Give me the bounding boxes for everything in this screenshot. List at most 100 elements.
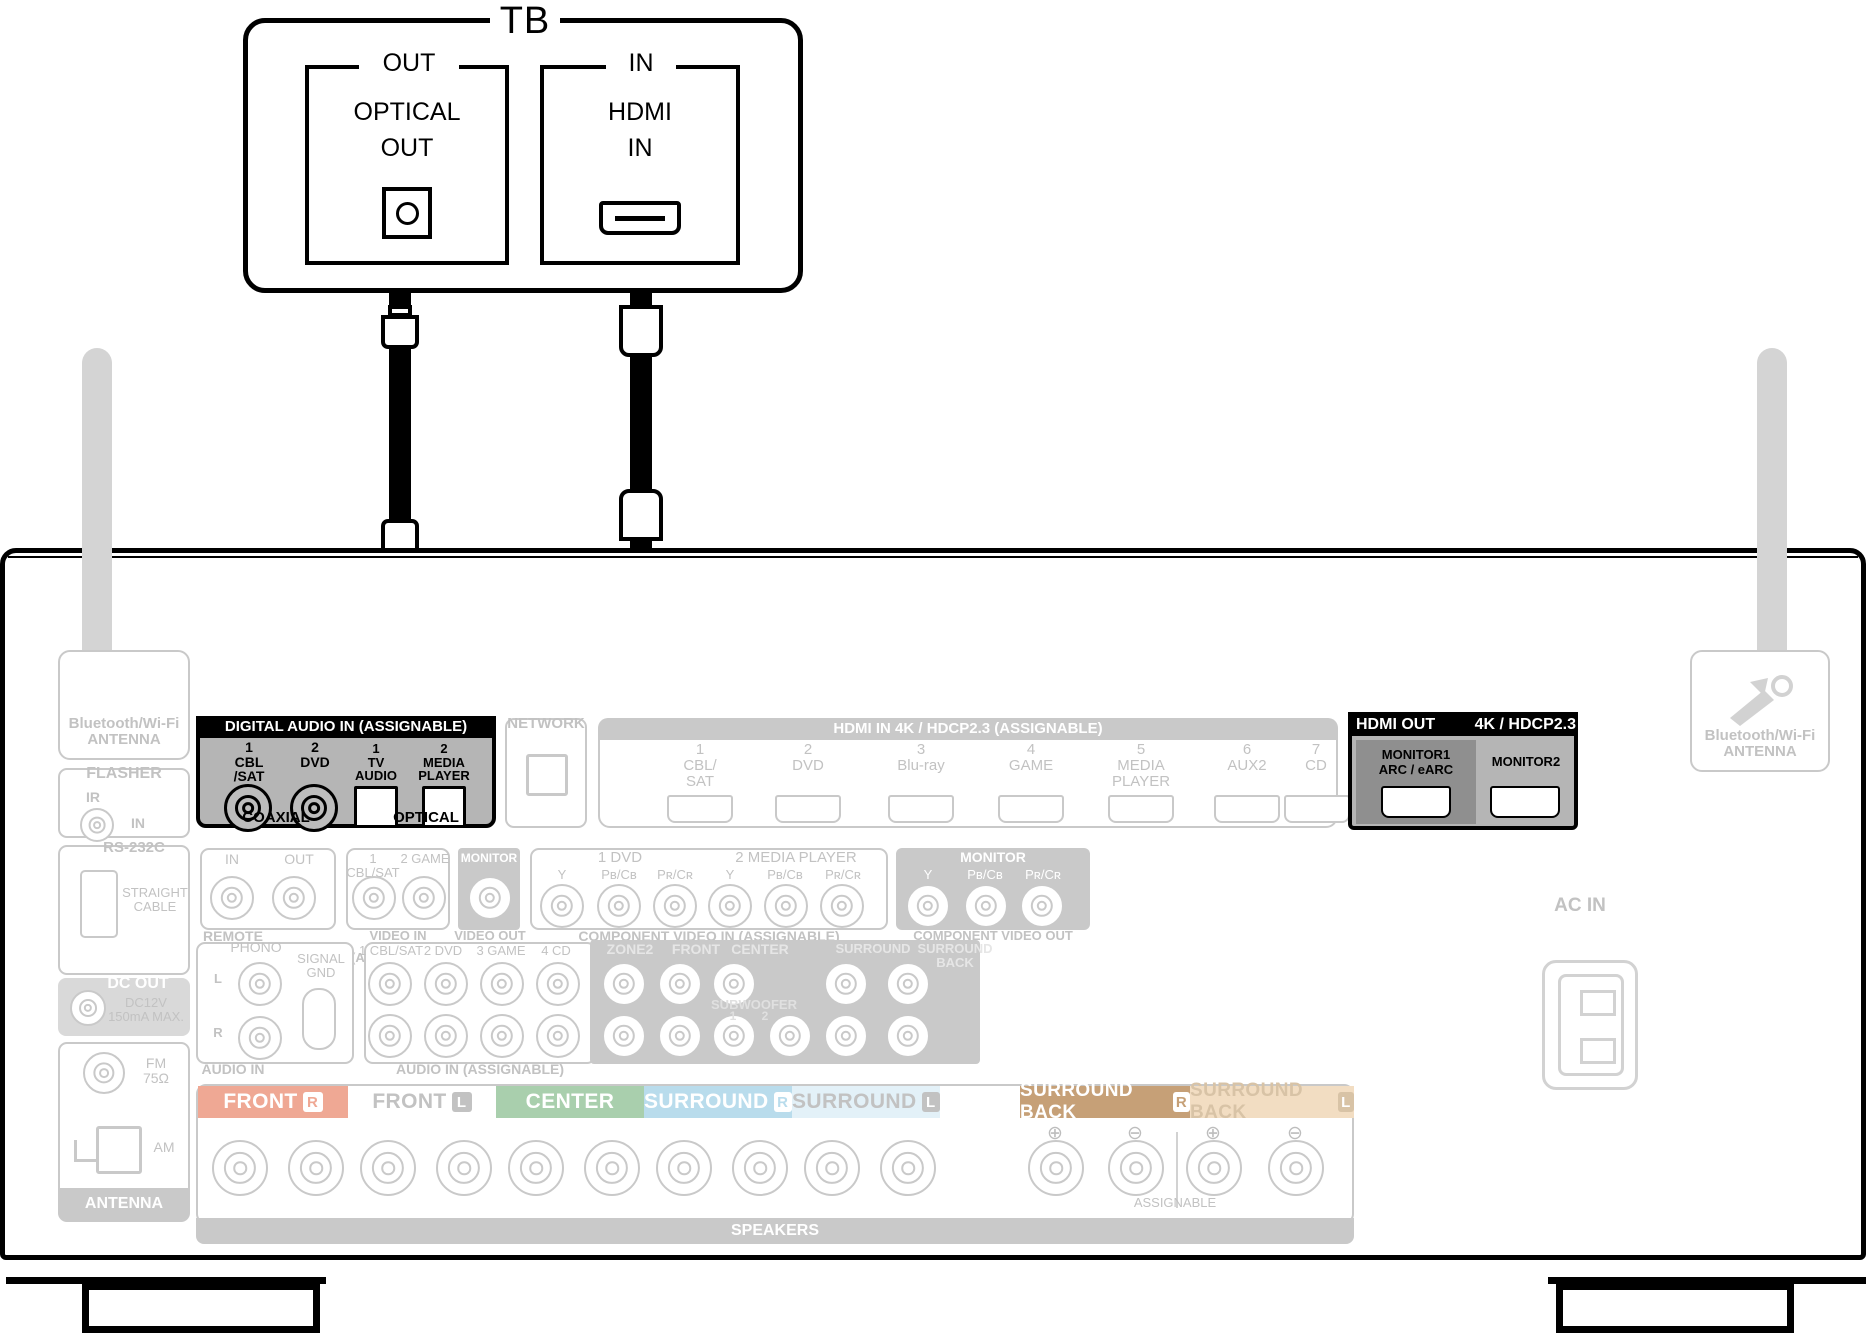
flasher-ir-label: IR	[86, 789, 100, 805]
component-in-2-pb-jack[interactable]	[764, 884, 808, 928]
remote-in-label: IN	[225, 851, 239, 867]
hdmi-port-icon	[599, 201, 681, 235]
hdmi-in-2-line1: DVD	[792, 756, 824, 774]
component-out-pb-jack[interactable]	[964, 884, 1008, 928]
phono-left-jack[interactable]	[238, 962, 282, 1006]
component-in-group-2-pin-y: Y	[725, 867, 735, 882]
speaker-post-center-minus[interactable]	[584, 1140, 640, 1196]
digital-audio-in-caption: DIGITAL AUDIO IN (ASSIGNABLE)	[196, 716, 496, 738]
video-out-monitor-label: MONITOR	[460, 851, 518, 865]
fm-antenna-jack[interactable]	[83, 1052, 125, 1094]
signal-gnd-terminal-icon[interactable]	[302, 988, 336, 1050]
pre-out-zone2-r-jack[interactable]	[602, 1014, 646, 1058]
tv-out-caption: OUT	[359, 49, 459, 78]
audio-in-3-l-jack[interactable]	[480, 962, 524, 1006]
component-in-1-pb-jack[interactable]	[597, 884, 641, 928]
video-in-jack-2[interactable]	[402, 876, 446, 920]
optical-connector-top-tip	[388, 305, 412, 317]
pre-out-surround-l-jack[interactable]	[824, 962, 868, 1006]
component-out-pr-jack[interactable]	[1020, 884, 1064, 928]
pre-out-front-l-jack[interactable]	[658, 962, 702, 1006]
coax-2-num: 2	[311, 739, 319, 755]
antenna-left-label: Bluetooth/Wi-Fi ANTENNA	[58, 716, 190, 748]
connection-diagram: TB OUT OPTICAL OUT IN HDMI IN Bluetooth/…	[0, 0, 1866, 1339]
pre-out-front-r-jack[interactable]	[658, 1014, 702, 1058]
rs232c-note: STRAIGHT CABLE	[120, 886, 190, 913]
ac-in-pin-bottom	[1580, 1038, 1616, 1064]
pre-out-surround-back-l-jack[interactable]	[886, 962, 930, 1006]
audio-in-2-r-jack[interactable]	[424, 1014, 468, 1058]
speaker-post-surround-back-l-plus[interactable]	[1186, 1140, 1242, 1196]
tv-out-label-2: OUT	[380, 134, 434, 162]
pre-out-caption: PRE OUT	[751, 1061, 819, 1078]
tv-in-label-1: HDMI	[608, 98, 672, 126]
component-in-1-y-jack[interactable]	[540, 884, 584, 928]
phono-left-marker: L	[214, 971, 222, 986]
hdmi-in-socket-1[interactable]	[667, 795, 733, 823]
component-in-2-y-jack[interactable]	[708, 884, 752, 928]
network-rj45-jack[interactable]	[526, 754, 568, 796]
audio-in-3-r-jack[interactable]	[480, 1014, 524, 1058]
remote-out-jack[interactable]	[272, 876, 316, 920]
hdmi-in-socket-4[interactable]	[998, 795, 1064, 823]
pre-out-surround-r-jack[interactable]	[824, 1014, 868, 1058]
hdmi-out-socket-monitor1[interactable]	[1381, 786, 1451, 818]
hdmi-in-socket-6[interactable]	[1214, 795, 1280, 823]
tv-out-label-1: OPTICAL	[353, 98, 461, 126]
component-in-1-pr-jack[interactable]	[653, 884, 697, 928]
remote-in-jack[interactable]	[210, 876, 254, 920]
coax-2-line1: DVD	[300, 753, 330, 770]
hdmi-in-6-line1: AUX2	[1227, 756, 1267, 774]
speaker-band-surround-r: SURROUND R	[644, 1086, 792, 1118]
video-out-jack[interactable]	[468, 876, 512, 920]
component-out-y-jack[interactable]	[906, 884, 950, 928]
speaker-post-surround-r-minus[interactable]	[732, 1140, 788, 1196]
rs232c-note-2: CABLE	[133, 898, 177, 914]
speaker-post-front-l-minus[interactable]	[436, 1140, 492, 1196]
speaker-post-surround-back-l-minus[interactable]	[1268, 1140, 1324, 1196]
am-antenna-label: AM	[153, 1139, 175, 1155]
dc-out-caption: DC OUT	[107, 975, 169, 992]
speaker-post-front-r-minus[interactable]	[288, 1140, 344, 1196]
speaker-band-surround-back-r-name: SURROUND BACK	[1020, 1080, 1133, 1123]
hdmi-in-1-label: 1 CBL/ SAT	[660, 742, 740, 789]
speaker-post-surround-r-plus[interactable]	[656, 1140, 712, 1196]
pre-out-zone2-l-jack[interactable]	[602, 962, 646, 1006]
hdmi-out-caption-right: 4K / HDCP2.3	[1474, 716, 1576, 733]
audio-in-assignable-caption: AUDIO IN (ASSIGNABLE)	[396, 1061, 564, 1077]
rs232c-dsub-icon[interactable]	[80, 870, 118, 938]
audio-in-4-r-jack[interactable]	[536, 1014, 580, 1058]
hdmi-in-socket-5[interactable]	[1108, 795, 1174, 823]
optical-port-icon	[382, 187, 432, 239]
hdmi-in-socket-3[interactable]	[888, 795, 954, 823]
audio-in-1-r-jack[interactable]	[368, 1014, 412, 1058]
speaker-post-surround-l-minus[interactable]	[880, 1140, 936, 1196]
audio-in-1-l-jack[interactable]	[368, 962, 412, 1006]
hdmi-in-socket-2[interactable]	[775, 795, 841, 823]
speaker-post-surround-back-r-plus[interactable]	[1028, 1140, 1084, 1196]
pre-out-subwoofer-2-jack[interactable]	[768, 1014, 812, 1058]
phono-audio-in-caption: AUDIO IN	[201, 1061, 265, 1077]
speaker-band-surround-back-l-name: SURROUND BACK	[1190, 1080, 1303, 1123]
hdmi-out-socket-monitor2[interactable]	[1490, 786, 1560, 818]
hdmi-in-socket-7[interactable]	[1284, 795, 1350, 823]
phono-right-jack[interactable]	[238, 1016, 282, 1060]
speaker-post-surround-back-r-minus[interactable]	[1108, 1140, 1164, 1196]
hdmi-in-7-label: 7 CD	[1288, 742, 1344, 774]
speaker-post-front-r-plus[interactable]	[212, 1140, 268, 1196]
speaker-post-center-plus[interactable]	[508, 1140, 564, 1196]
video-in-jack-1[interactable]	[352, 876, 396, 920]
component-in-2-pr-jack[interactable]	[820, 884, 864, 928]
rs232c-caption: RS-232C	[103, 839, 165, 856]
flasher-ir-jack[interactable]	[80, 808, 114, 842]
speaker-band-surround-l-lr: L	[921, 1092, 940, 1112]
pre-out-subwoofer-num-1: 1	[729, 1009, 737, 1023]
component-in-group-2-title: 2 MEDIA PLAYER	[735, 849, 857, 866]
am-antenna-terminal-icon[interactable]	[96, 1126, 142, 1174]
speaker-post-surround-l-plus[interactable]	[804, 1140, 860, 1196]
pre-out-surround-back-r-jack[interactable]	[886, 1014, 930, 1058]
speaker-post-front-l-plus[interactable]	[360, 1140, 416, 1196]
audio-in-2-l-jack[interactable]	[424, 962, 468, 1006]
phono-label: PHONO	[230, 939, 282, 955]
audio-in-4-l-jack[interactable]	[536, 962, 580, 1006]
